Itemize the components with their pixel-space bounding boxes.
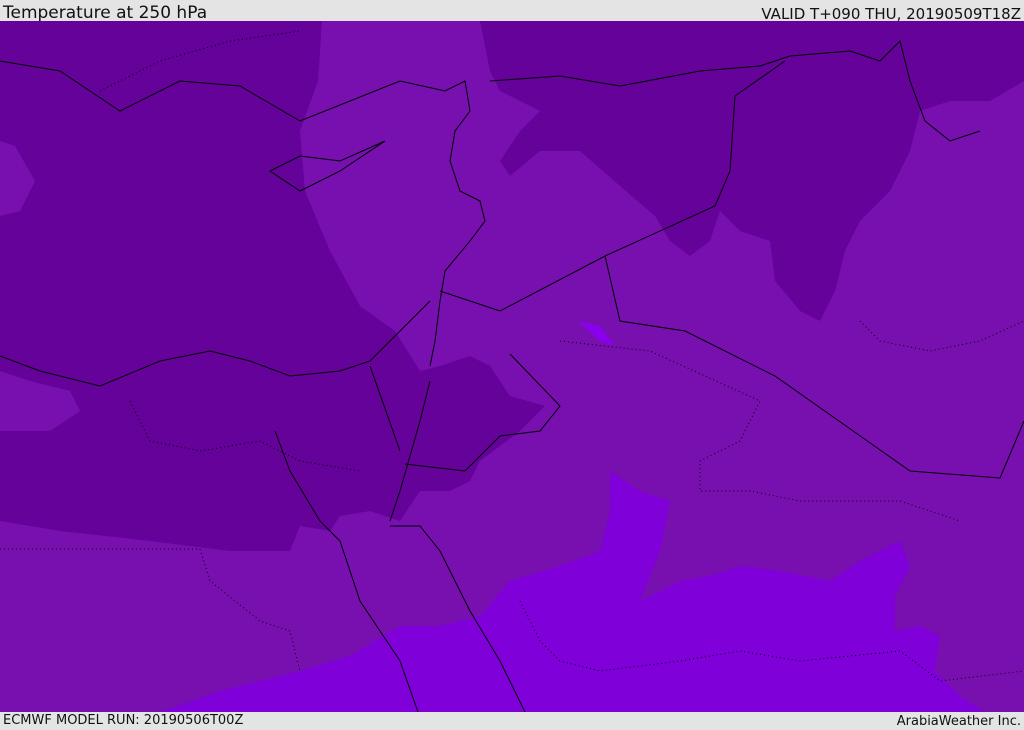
map-title: Temperature at 250 hPa (3, 3, 208, 23)
model-run: ECMWF MODEL RUN: 20190506T00Z (3, 713, 244, 728)
brand-credit: ArabiaWeather Inc. (896, 714, 1021, 729)
temperature-map (0, 21, 1024, 712)
